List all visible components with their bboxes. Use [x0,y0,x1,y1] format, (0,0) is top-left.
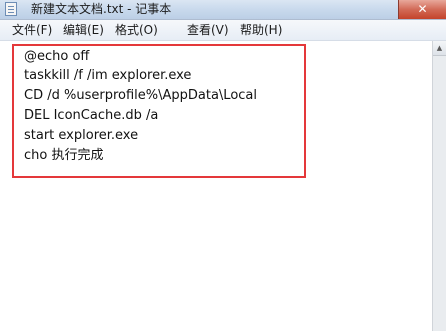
close-button[interactable]: ✕ [398,0,446,19]
text-line: CD /d %userprofile%\AppData\Local [24,88,257,103]
notepad-icon [5,2,17,16]
vertical-scrollbar[interactable]: ▲ [432,41,446,331]
text-line: start explorer.exe [24,128,139,143]
text-line: DEL IconCache.db /a [24,108,159,123]
menu-bar: 文件(F) 编辑(E) 格式(O) 查看(V) 帮助(H) [0,20,446,41]
menu-view[interactable]: 查看(V) [187,20,229,40]
window-title: 新建文本文档.txt - 记事本 [31,2,172,16]
text-line: taskkill /f /im explorer.exe [24,68,192,83]
text-line: @echo off [24,49,90,64]
menu-help[interactable]: 帮助(H) [240,20,282,40]
menu-edit[interactable]: 编辑(E) [63,20,104,40]
title-bar[interactable]: 新建文本文档.txt - 记事本 ✕ [0,0,446,20]
scroll-up-arrow-icon[interactable]: ▲ [433,41,446,56]
menu-format[interactable]: 格式(O) [115,20,158,40]
menu-file[interactable]: 文件(F) [12,20,52,40]
text-line: cho 执行完成 [24,148,104,163]
